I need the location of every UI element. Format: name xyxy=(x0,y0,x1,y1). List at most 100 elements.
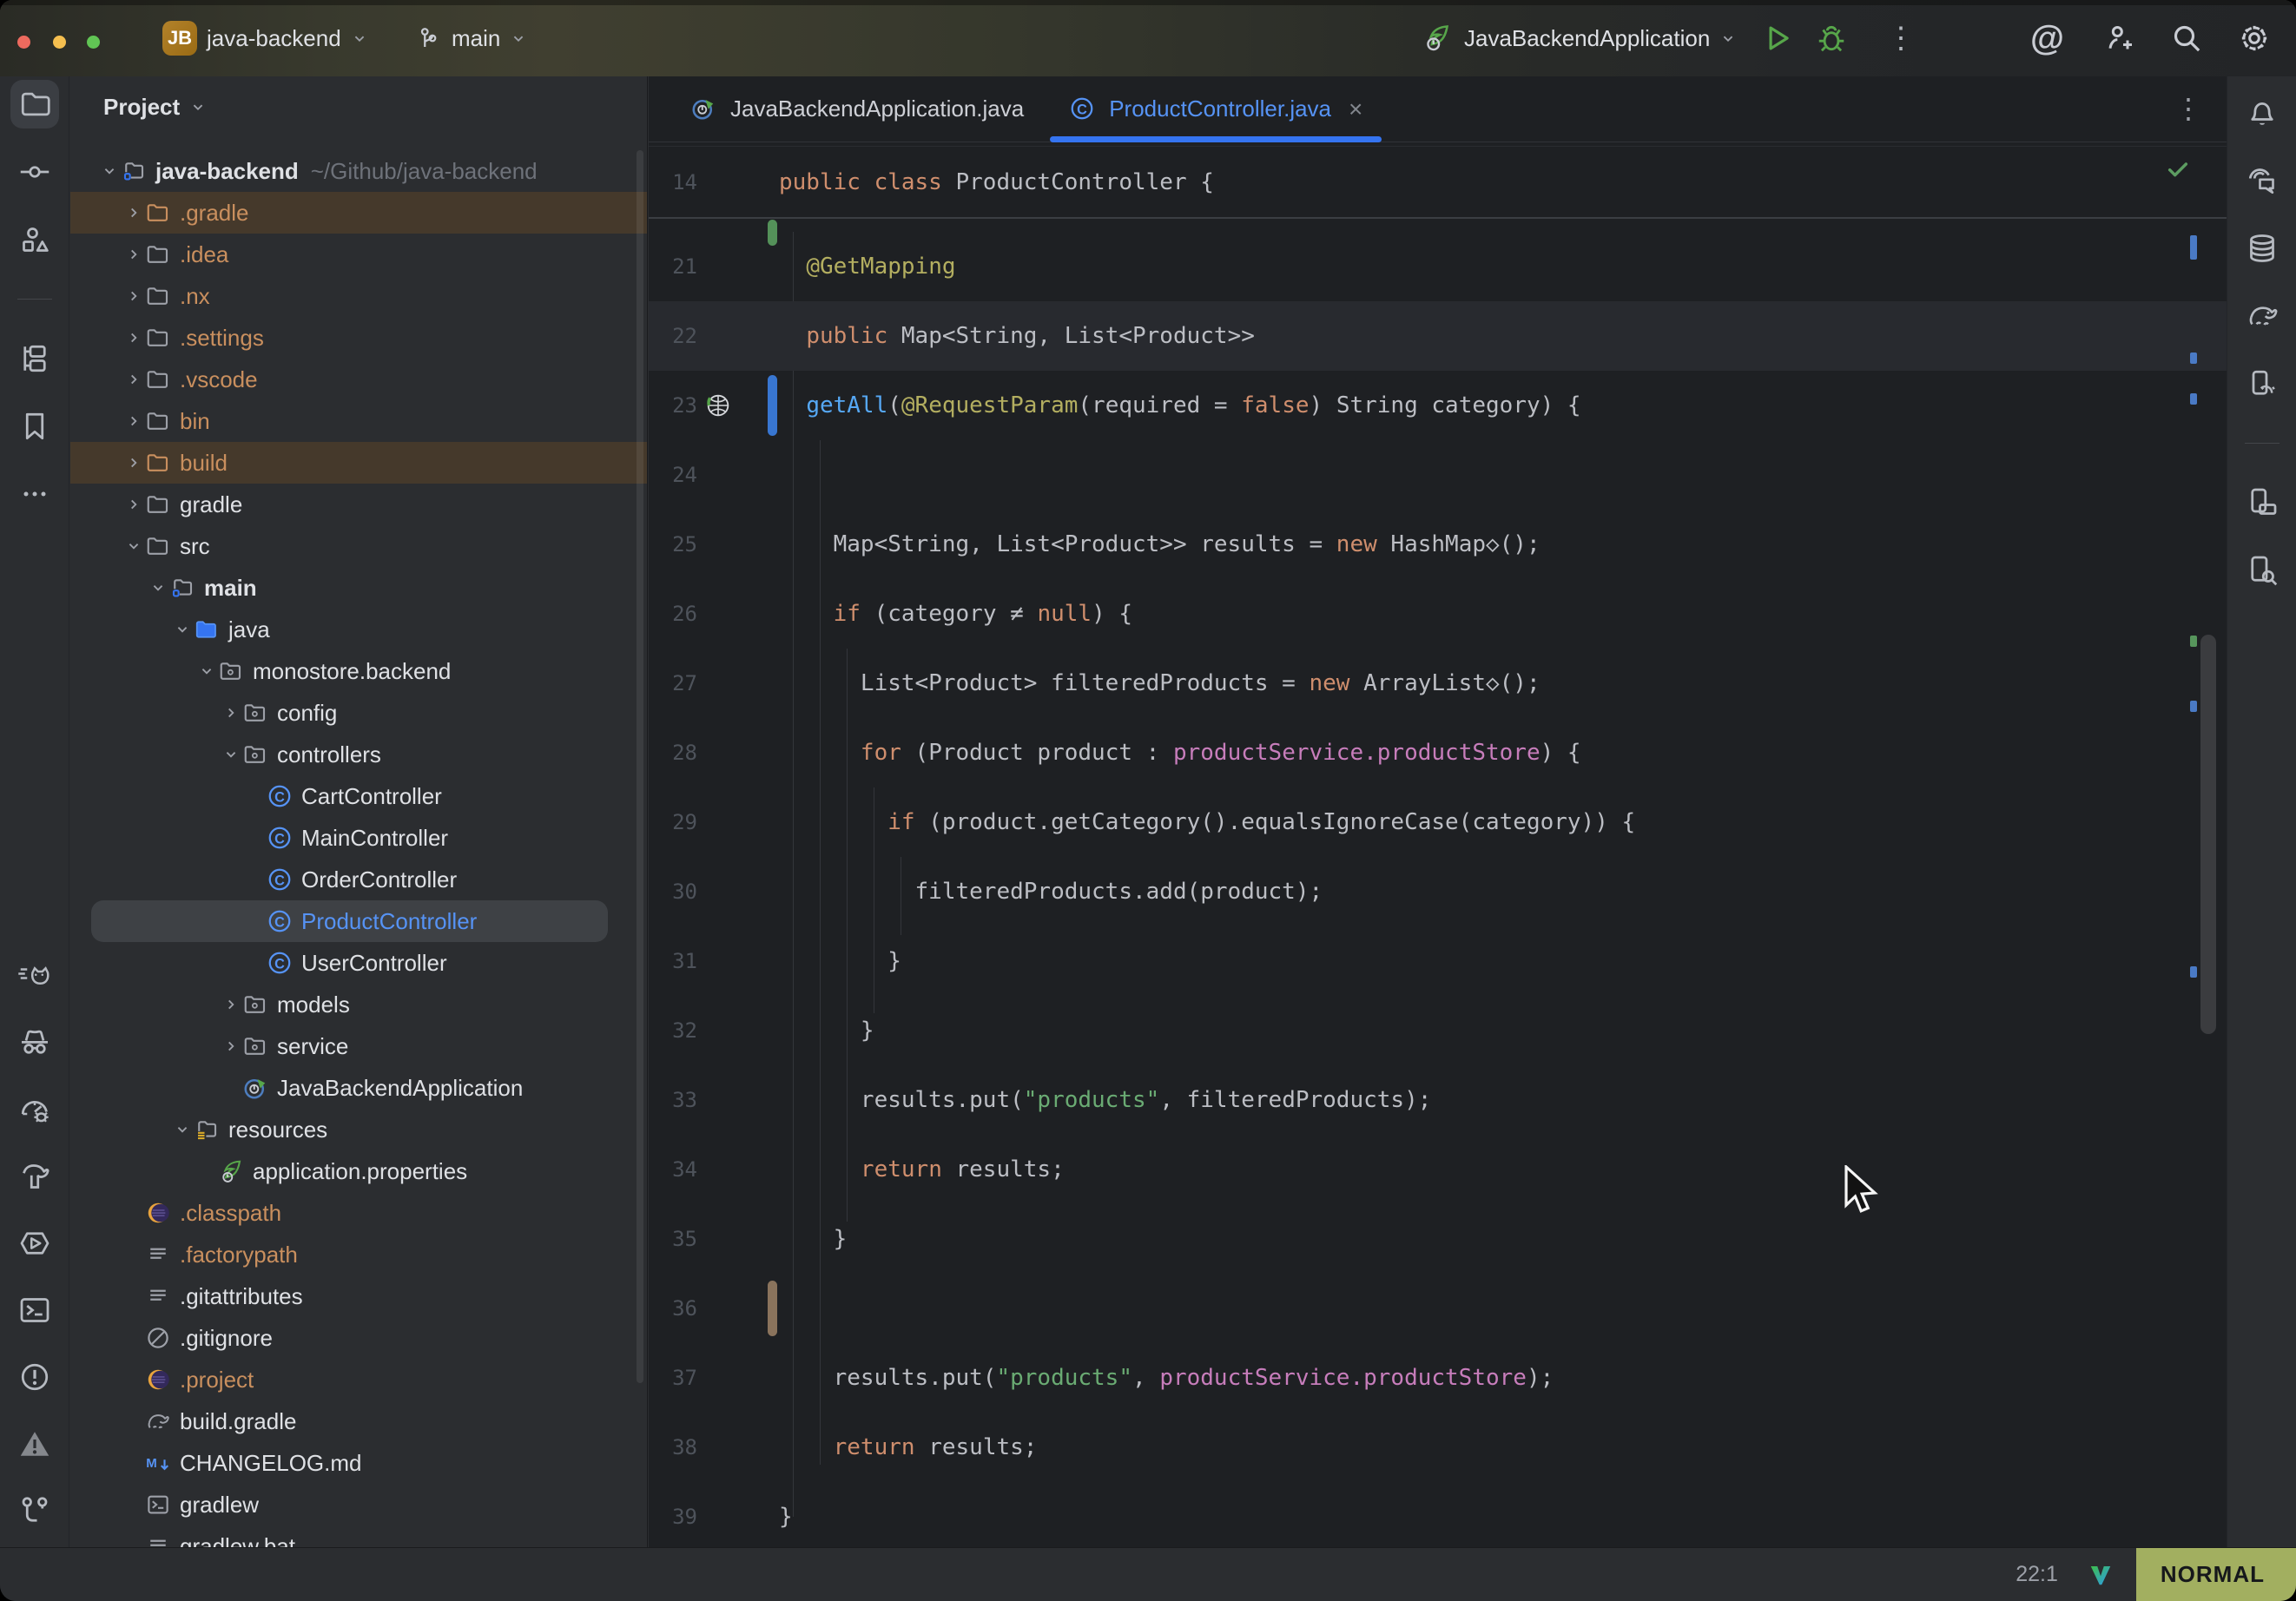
more-tools-icon[interactable] xyxy=(10,470,59,518)
ai-assistant-icon[interactable] xyxy=(2238,156,2286,205)
warnings-icon[interactable] xyxy=(10,1420,59,1468)
tree-item--classpath[interactable]: .classpath xyxy=(70,1192,647,1234)
error-stripe-mark[interactable] xyxy=(2190,352,2197,364)
error-stripe-mark[interactable] xyxy=(2190,701,2197,712)
vim-mode-badge[interactable]: NORMAL xyxy=(2136,1548,2296,1601)
bookmarks-icon[interactable] xyxy=(10,402,59,451)
tree-item-java-backend[interactable]: java-backend~/Github/java-backend xyxy=(70,150,647,192)
chevron-down-icon[interactable] xyxy=(171,1118,194,1141)
run-configuration-selector[interactable]: JavaBackendApplication xyxy=(1422,0,1738,76)
chevron-right-icon[interactable] xyxy=(220,1035,242,1057)
chevron-down-icon[interactable] xyxy=(171,618,194,641)
tree-item--vscode[interactable]: .vscode xyxy=(70,359,647,400)
tree-item-src[interactable]: src xyxy=(70,525,647,567)
editor-tab-productcontroller-java[interactable]: CProductController.java× xyxy=(1046,76,1385,142)
ai-assistant-button[interactable]: @ xyxy=(2030,0,2064,76)
close-window-button[interactable] xyxy=(17,36,30,49)
project-icon-badge[interactable]: JB xyxy=(162,21,197,56)
notifications-icon[interactable] xyxy=(2238,89,2286,137)
services-icon[interactable] xyxy=(10,1219,59,1268)
tree-item--gradle[interactable]: .gradle xyxy=(70,192,647,234)
code-line-30[interactable]: 30 filteredProducts.add(product); xyxy=(649,857,2227,926)
chevron-right-icon[interactable] xyxy=(220,993,242,1016)
chevron-right-icon[interactable] xyxy=(122,451,145,474)
tree-item-gradlew-bat[interactable]: gradlew.bat xyxy=(70,1525,647,1547)
chevron-right-icon[interactable] xyxy=(220,702,242,724)
chevron-right-icon[interactable] xyxy=(122,243,145,266)
tree-item-cartcontroller[interactable]: CCartController xyxy=(70,775,647,817)
tree-item-build-gradle[interactable]: build.gradle xyxy=(70,1400,647,1442)
chevron-right-icon[interactable] xyxy=(122,201,145,224)
chevron-right-icon[interactable] xyxy=(122,368,145,391)
close-tab-icon[interactable]: × xyxy=(1349,96,1362,123)
structure-icon[interactable] xyxy=(10,215,59,264)
code-line-28[interactable]: 28 for (Product product : productService… xyxy=(649,718,2227,787)
code-with-me-button[interactable] xyxy=(2101,0,2136,76)
project-selector[interactable]: java-backend xyxy=(207,0,369,76)
code-line-25[interactable]: 25 Map<String, List<Product>> results = … xyxy=(649,510,2227,579)
tree-item-config[interactable]: config xyxy=(70,692,647,734)
problems-icon[interactable] xyxy=(10,1353,59,1401)
code-line-27[interactable]: 27 List<Product> filteredProducts = new … xyxy=(649,649,2227,718)
chevron-right-icon[interactable] xyxy=(122,410,145,432)
tree-item-resources[interactable]: resources xyxy=(70,1109,647,1150)
run-button[interactable] xyxy=(1761,0,1794,76)
code-line-36[interactable]: 36 xyxy=(649,1274,2227,1343)
git-branch-icon[interactable] xyxy=(10,1486,59,1535)
gutter-change-marker-brown[interactable] xyxy=(768,1281,777,1336)
editor-scrollbar[interactable] xyxy=(2200,635,2216,1034)
rest-endpoint-globe-icon[interactable] xyxy=(704,392,732,419)
maximize-window-button[interactable] xyxy=(87,36,100,49)
code-line-34[interactable]: 34 return results; xyxy=(649,1135,2227,1204)
ideavim-icon[interactable] xyxy=(2088,1562,2114,1588)
build-icon[interactable] xyxy=(10,1152,59,1201)
device-mirror-icon[interactable] xyxy=(2238,478,2286,527)
tree-item-ordercontroller[interactable]: COrderController xyxy=(70,859,647,900)
tree-item-bin[interactable]: bin xyxy=(70,400,647,442)
tree-item-models[interactable]: models xyxy=(70,984,647,1025)
gutter-change-marker-green[interactable] xyxy=(768,220,777,246)
tree-item-java[interactable]: java xyxy=(70,609,647,650)
project-folder-icon[interactable] xyxy=(10,80,59,128)
chevron-down-icon[interactable] xyxy=(98,160,121,182)
search-everywhere-button[interactable] xyxy=(2169,0,2204,76)
code-line-32[interactable]: 32 } xyxy=(649,996,2227,1065)
code-line-24[interactable]: 24 xyxy=(649,440,2227,510)
tree-item-maincontroller[interactable]: CMainController xyxy=(70,817,647,859)
tree-item-javabackendapplication[interactable]: JavaBackendApplication xyxy=(70,1067,647,1109)
hierarchy-icon[interactable] xyxy=(10,334,59,383)
tree-item-monostore-backend[interactable]: monostore.backend xyxy=(70,650,647,692)
editor-tab-javabackendapplication-java[interactable]: JavaBackendApplication.java xyxy=(668,76,1046,142)
code-line-22[interactable]: 22 public Map<String, List<Product>> xyxy=(649,301,2227,371)
tree-item-gradle[interactable]: gradle xyxy=(70,484,647,525)
tree-item-usercontroller[interactable]: CUserController xyxy=(70,942,647,984)
chevron-right-icon[interactable] xyxy=(122,493,145,516)
tree-item-application-properties[interactable]: application.properties xyxy=(70,1150,647,1192)
tree-item-productcontroller[interactable]: CProductController xyxy=(70,900,647,942)
tree-item-main[interactable]: main xyxy=(70,567,647,609)
vcs-branch-widget[interactable]: main xyxy=(415,0,528,76)
code-line-21[interactable]: 21 @GetMapping xyxy=(649,232,2227,301)
gradle-icon[interactable] xyxy=(2238,292,2286,340)
code-line-29[interactable]: 29 if (product.getCategory().equalsIgnor… xyxy=(649,787,2227,857)
chevron-down-icon[interactable] xyxy=(195,660,218,682)
inspections-ok-icon[interactable] xyxy=(2164,155,2192,183)
code-line-33[interactable]: 33 results.put("products", filteredProdu… xyxy=(649,1065,2227,1135)
code-line-23[interactable]: 23 getAll(@RequestParam(required = false… xyxy=(649,371,2227,440)
error-stripe-mark[interactable] xyxy=(2190,235,2197,260)
tree-item-controllers[interactable]: controllers xyxy=(70,734,647,775)
code-line-35[interactable]: 35 } xyxy=(649,1204,2227,1274)
terminal-icon[interactable] xyxy=(10,1286,59,1334)
device-explorer-icon[interactable] xyxy=(2238,546,2286,595)
chevron-down-icon[interactable] xyxy=(147,576,169,599)
tree-item--gitignore[interactable]: .gitignore xyxy=(70,1317,647,1359)
code-line-39[interactable]: 39} xyxy=(649,1482,2227,1547)
debug-button[interactable] xyxy=(1815,0,1848,76)
code-line-38[interactable]: 38 return results; xyxy=(649,1413,2227,1482)
code-line-37[interactable]: 37 results.put("products", productServic… xyxy=(649,1343,2227,1413)
incognito-icon[interactable] xyxy=(10,1018,59,1067)
tree-item--idea[interactable]: .idea xyxy=(70,234,647,275)
tree-item-service[interactable]: service xyxy=(70,1025,647,1067)
settings-button[interactable] xyxy=(2237,0,2272,76)
commit-icon[interactable] xyxy=(10,148,59,196)
